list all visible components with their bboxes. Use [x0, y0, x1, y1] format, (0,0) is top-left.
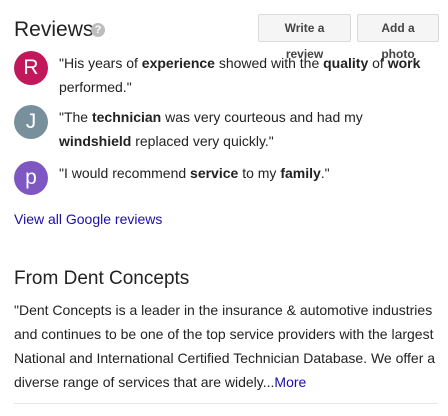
question-circle-icon[interactable]: ?	[91, 23, 105, 37]
review-text-segment: "The	[59, 109, 92, 125]
avatar: J	[14, 105, 48, 139]
review-item: R "His years of experience showed with t…	[14, 51, 438, 95]
view-all-reviews-link[interactable]: View all Google reviews	[14, 211, 162, 227]
review-text-segment: performed."	[59, 79, 132, 95]
review-keyword: technician	[91, 109, 162, 125]
avatar: R	[14, 51, 48, 85]
review-keyword: work	[387, 55, 421, 71]
reviews-title: Reviews	[14, 18, 94, 41]
knowledge-panel-reviews: Reviews ? Write a review Add a photo R "…	[0, 0, 448, 416]
review-keyword: family	[280, 165, 321, 181]
business-description: "Dent Concepts is a leader in the insura…	[14, 298, 438, 394]
avatar: p	[14, 161, 48, 195]
review-text-segment: "I would recommend	[59, 165, 191, 181]
reviews-header: Reviews ? Write a review Add a photo	[14, 14, 439, 61]
review-keyword: experience	[141, 55, 215, 71]
description-text: "Dent Concepts is a leader in the insura…	[14, 302, 436, 390]
more-link[interactable]: More	[274, 374, 306, 390]
add-photo-button[interactable]: Add a photo	[357, 14, 439, 61]
review-text-segment: replaced very quickly."	[131, 133, 274, 149]
review-item: p "I would recommend service to my famil…	[14, 161, 438, 195]
write-review-button[interactable]: Write a review	[258, 14, 351, 61]
review-keyword: quality	[323, 55, 369, 71]
review-keyword: service	[190, 165, 239, 181]
review-snippet[interactable]: "The technician was very courteous and h…	[59, 105, 438, 153]
review-text-segment: to my	[238, 165, 281, 181]
from-business-title: From Dent Concepts	[14, 268, 190, 289]
review-snippet[interactable]: "I would recommend service to my family.…	[59, 161, 438, 185]
review-text-segment: of	[368, 55, 388, 71]
review-item: J "The technician was very courteous and…	[14, 105, 438, 149]
divider	[14, 403, 438, 404]
review-snippet[interactable]: "His years of experience showed with the…	[59, 51, 438, 99]
review-keyword: windshield	[59, 133, 132, 149]
review-text-segment: showed with the	[214, 55, 324, 71]
review-text-segment: was very courteous and had my	[161, 109, 363, 125]
review-text-segment: ."	[320, 165, 330, 181]
review-text-segment: "His years of	[59, 55, 142, 71]
